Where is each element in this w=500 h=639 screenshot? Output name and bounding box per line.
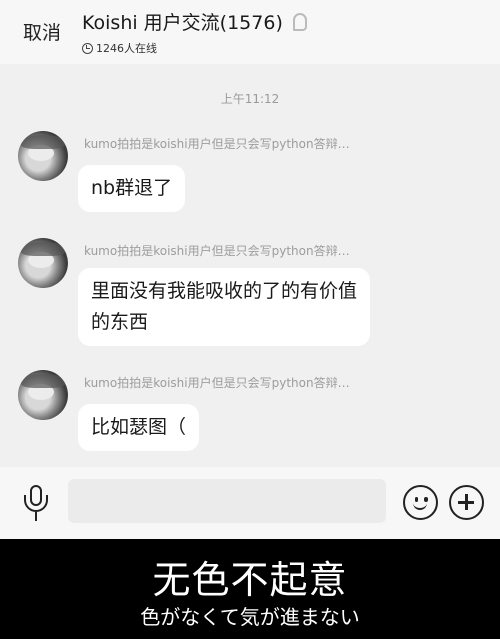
group-title-area[interactable]: Koishi 用户交流(1576) 1246人在线 [82,8,307,56]
group-name: Koishi 用户交流(1576) [82,12,283,34]
message-text: 的东西 [91,311,149,333]
clock-icon [82,42,93,54]
timestamp: 上午11:12 [220,92,280,106]
sender-name: kumo拍拍是koishi用户但是只会写python答辩… [84,137,350,151]
plus-icon[interactable] [449,485,484,520]
message-bubble[interactable]: nb群退了 [78,165,186,212]
sender-name: kumo拍拍是koishi用户但是只会写python答辩… [84,244,350,258]
avatar[interactable] [18,238,68,288]
ear-icon [292,12,307,31]
sender-name: kumo拍拍是koishi用户但是只会写python答辩… [84,376,350,390]
message-input[interactable] [68,479,386,523]
message-text: 比如瑟图（ [91,416,187,438]
input-bar [0,467,500,539]
message-bubble[interactable]: 里面没有我能吸收的了的有价值 的东西 [78,268,371,346]
caption-sub: 色がなくて気が進まない [140,605,360,629]
cancel-button[interactable]: 取消 [23,18,61,45]
message-text: nb群退了 [91,177,173,199]
avatar[interactable] [18,370,68,420]
message-bubble[interactable]: 比如瑟图（ [78,404,200,451]
online-text: 1246人在线 [96,42,157,55]
avatar[interactable] [18,131,68,181]
emoji-icon[interactable] [403,485,438,520]
microphone-icon[interactable] [22,485,50,523]
meme-caption: 无色不起意 色がなくて気が進まない [0,539,500,639]
chat-header: 取消 Koishi 用户交流(1576) 1246人在线 [0,0,500,64]
message-list[interactable]: 上午11:12 kumo拍拍是koishi用户但是只会写python答辩… nb… [0,64,500,467]
online-count: 1246人在线 [82,40,307,56]
group-title: Koishi 用户交流(1576) [82,8,307,35]
message-text: 里面没有我能吸收的了的有价值 [91,280,358,302]
caption-main: 无色不起意 [152,558,348,602]
